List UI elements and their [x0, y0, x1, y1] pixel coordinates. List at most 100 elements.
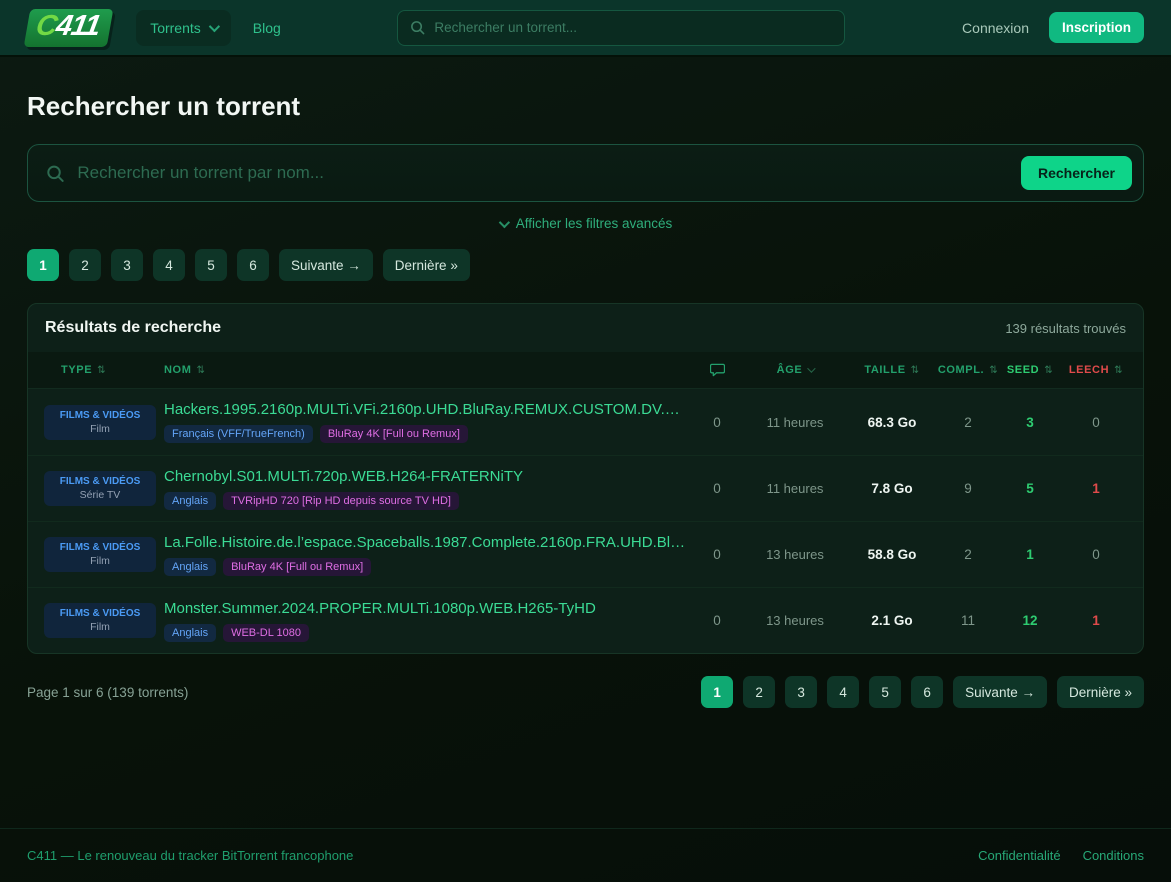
name-cell: Monster.Summer.2024.PROPER.MULTi.1080p.W… — [164, 600, 687, 642]
chevron-down-icon — [807, 364, 815, 372]
seed-count: 5 — [1003, 481, 1057, 496]
column-label-size: TAILLE — [864, 364, 905, 376]
pagination-page-1[interactable]: 1 — [27, 249, 59, 281]
age-value: 11 heures — [747, 415, 843, 430]
completed-count: 11 — [941, 613, 995, 628]
column-header-type[interactable]: TYPE ⇅ — [44, 364, 156, 376]
pagination-pages: 123456 — [701, 676, 943, 708]
name-cell: La.Folle.Histoire.de.l’espace.Spaceballs… — [164, 534, 687, 576]
tag-language[interactable]: Français (VFF/TrueFrench) — [164, 425, 313, 443]
tag-quality[interactable]: TVRipHD 720 [Rip HD depuis source TV HD] — [223, 492, 459, 510]
torrent-title-link[interactable]: Chernobyl.S01.MULTi.720p.WEB.H264-FRATER… — [164, 468, 687, 485]
size-value: 2.1 Go — [851, 613, 933, 628]
navbar-search — [397, 10, 845, 46]
footer: C411 — Le renouveau du tracker BitTorren… — [0, 828, 1171, 882]
subcategory-label: Film — [50, 555, 150, 567]
pagination-page-4[interactable]: 4 — [153, 249, 185, 281]
torrent-title-link[interactable]: Monster.Summer.2024.PROPER.MULTi.1080p.W… — [164, 600, 687, 617]
search-submit-button[interactable]: Rechercher — [1021, 156, 1132, 190]
comments-count: 0 — [695, 613, 739, 628]
subcategory-label: Film — [50, 621, 150, 633]
pagination-last-button[interactable]: Dernière » — [1057, 676, 1144, 708]
results-table-body: FILMS & VIDÉOS Film Hackers.1995.2160p.M… — [28, 389, 1143, 653]
privacy-link[interactable]: Confidentialité — [978, 848, 1060, 863]
comments-count: 0 — [695, 415, 739, 430]
torrent-search-input[interactable] — [77, 163, 993, 183]
category-badge[interactable]: FILMS & VIDÉOS Film — [44, 603, 156, 638]
tag-list: Français (VFF/TrueFrench) BluRay 4K [Full… — [164, 425, 687, 443]
category-badge[interactable]: FILMS & VIDÉOS Film — [44, 537, 156, 572]
pagination-page-4[interactable]: 4 — [827, 676, 859, 708]
pagination-page-5[interactable]: 5 — [869, 676, 901, 708]
tag-language[interactable]: Anglais — [164, 558, 216, 576]
size-value: 68.3 Go — [851, 415, 933, 430]
column-header-seed[interactable]: SEED ⇅ — [1003, 364, 1057, 376]
pagination-page-1[interactable]: 1 — [701, 676, 733, 708]
tag-language[interactable]: Anglais — [164, 492, 216, 510]
sort-icon: ⇅ — [1114, 365, 1123, 376]
torrent-search-panel: Rechercher — [27, 144, 1144, 202]
sort-icon: ⇅ — [911, 365, 920, 376]
column-label-leech: LEECH — [1069, 364, 1109, 376]
pagination-page-2[interactable]: 2 — [743, 676, 775, 708]
results-table-header: TYPE ⇅ NOM ⇅ ÂGE TAILLE ⇅ COMPL. — [28, 352, 1143, 389]
search-icon — [46, 164, 64, 183]
pagination-page-3[interactable]: 3 — [785, 676, 817, 708]
category-badge[interactable]: FILMS & VIDÉOS Série TV — [44, 471, 156, 506]
pagination-page-6[interactable]: 6 — [237, 249, 269, 281]
terms-link[interactable]: Conditions — [1083, 848, 1144, 863]
pagination-last-button[interactable]: Dernière » — [383, 249, 470, 281]
advanced-filters-label: Afficher les filtres avancés — [516, 216, 673, 231]
seed-count: 3 — [1003, 415, 1057, 430]
tag-quality[interactable]: BluRay 4K [Full ou Remux] — [223, 558, 371, 576]
torrent-title-link[interactable]: Hackers.1995.2160p.MULTi.VFi.2160p.UHD.B… — [164, 401, 687, 418]
column-header-age[interactable]: ÂGE — [747, 364, 843, 376]
age-value: 13 heures — [747, 613, 843, 628]
comments-icon — [710, 363, 725, 377]
signup-button[interactable]: Inscription — [1049, 12, 1144, 43]
pagination-pages: 123456 — [27, 249, 269, 281]
tag-quality[interactable]: BluRay 4K [Full ou Remux] — [320, 425, 468, 443]
column-header-leech[interactable]: LEECH ⇅ — [1065, 364, 1127, 376]
tag-language[interactable]: Anglais — [164, 624, 216, 642]
pagination-page-3[interactable]: 3 — [111, 249, 143, 281]
column-header-name[interactable]: NOM ⇅ — [164, 364, 687, 376]
column-label-seed: SEED — [1007, 364, 1039, 376]
pagination-page-6[interactable]: 6 — [911, 676, 943, 708]
navbar-search-input[interactable] — [434, 20, 832, 35]
leech-count: 0 — [1065, 415, 1127, 430]
pagination-next-button[interactable]: Suivante → — [279, 249, 373, 281]
column-label-name: NOM — [164, 364, 191, 376]
pagination-page-2[interactable]: 2 — [69, 249, 101, 281]
nav-torrents-menu[interactable]: Torrents — [136, 10, 231, 46]
age-value: 13 heures — [747, 547, 843, 562]
torrent-title-link[interactable]: La.Folle.Histoire.de.l’espace.Spaceballs… — [164, 534, 687, 551]
pagination-page-5[interactable]: 5 — [195, 249, 227, 281]
completed-count: 2 — [941, 547, 995, 562]
logo-number: 411 — [53, 10, 102, 42]
advanced-filters-toggle[interactable]: Afficher les filtres avancés — [27, 216, 1144, 231]
column-header-completed[interactable]: COMPL. ⇅ — [941, 364, 995, 376]
logo[interactable]: C411 — [24, 9, 114, 47]
results-card: Résultats de recherche 139 résultats tro… — [27, 303, 1144, 654]
login-link[interactable]: Connexion — [962, 20, 1029, 36]
column-header-size[interactable]: TAILLE ⇅ — [851, 364, 933, 376]
column-label-age: ÂGE — [777, 364, 803, 376]
seed-count: 12 — [1003, 613, 1057, 628]
age-value: 11 heures — [747, 481, 843, 496]
nav-blog-link[interactable]: Blog — [253, 20, 281, 36]
column-label-completed: COMPL. — [938, 364, 984, 376]
tag-quality[interactable]: WEB-DL 1080 — [223, 624, 309, 642]
sort-icon: ⇅ — [196, 365, 205, 376]
category-label: FILMS & VIDÉOS — [50, 476, 150, 487]
category-label: FILMS & VIDÉOS — [50, 608, 150, 619]
pagination-next-button[interactable]: Suivante → — [953, 676, 1047, 708]
column-label-type: TYPE — [61, 364, 92, 376]
comments-count: 0 — [695, 481, 739, 496]
page-summary: Page 1 sur 6 (139 torrents) — [27, 685, 188, 700]
pagination-bottom: 123456 Suivante → Dernière » — [701, 676, 1144, 708]
category-badge[interactable]: FILMS & VIDÉOS Film — [44, 405, 156, 440]
chevron-down-icon — [209, 20, 220, 31]
sort-icon: ⇅ — [1044, 365, 1053, 376]
size-value: 58.8 Go — [851, 547, 933, 562]
